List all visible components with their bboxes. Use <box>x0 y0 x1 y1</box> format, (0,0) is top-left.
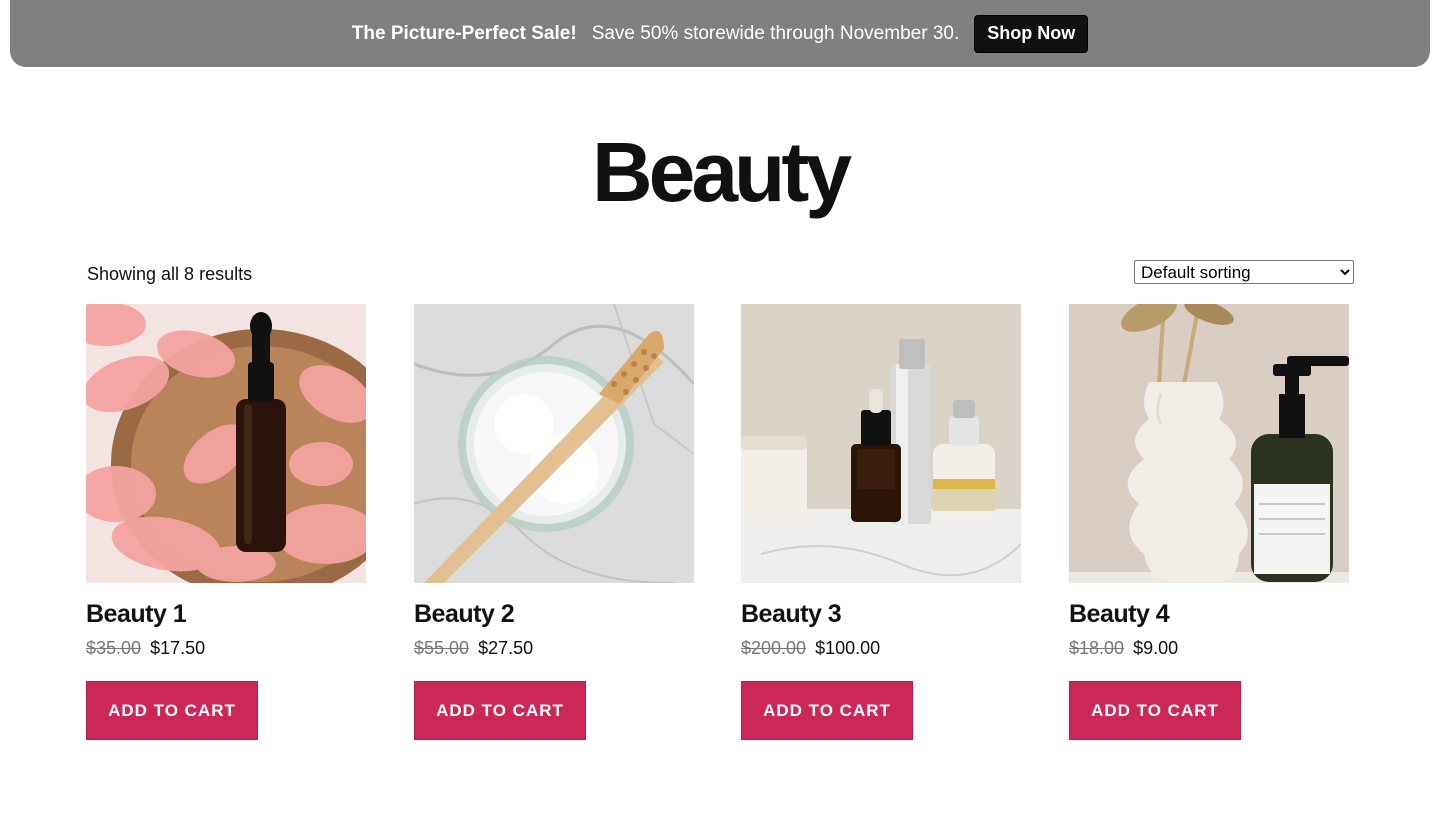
regular-price: $55.00 <box>414 638 470 658</box>
skincare-bottles-image <box>741 304 1021 583</box>
sort-select[interactable]: Default sorting <box>1134 260 1354 284</box>
product-price: $35.00 $17.50 <box>86 638 366 659</box>
product-title[interactable]: Beauty 3 <box>741 600 1021 629</box>
product-title[interactable]: Beauty 2 <box>414 600 694 629</box>
result-count: Showing all 8 results <box>87 264 253 284</box>
product-image[interactable] <box>1069 304 1349 583</box>
product-title[interactable]: Beauty 1 <box>86 600 366 629</box>
product-price: $200.00 $100.00 <box>741 638 1021 659</box>
sale-price: $27.50 <box>478 638 534 658</box>
promo-message: Save 50% storewide through November 30. <box>591 22 960 44</box>
add-to-cart-button[interactable]: ADD TO CART <box>1069 681 1241 740</box>
toothbrush-jar-image <box>414 304 694 583</box>
vase-lotion-image <box>1069 304 1349 583</box>
product-image[interactable] <box>86 304 366 583</box>
add-to-cart-button[interactable]: ADD TO CART <box>741 681 913 740</box>
product-title[interactable]: Beauty 4 <box>1069 600 1349 629</box>
regular-price: $18.00 <box>1069 638 1125 658</box>
product-card: Beauty 3 $200.00 $100.00 ADD TO CART <box>741 304 1021 740</box>
product-image[interactable] <box>741 304 1021 583</box>
sale-price: $17.50 <box>150 638 206 658</box>
serum-bottle-image <box>86 304 366 583</box>
add-to-cart-button[interactable]: ADD TO CART <box>414 681 586 740</box>
add-to-cart-button[interactable]: ADD TO CART <box>86 681 258 740</box>
product-card: Beauty 1 $35.00 $17.50 ADD TO CART <box>86 304 366 740</box>
product-card: Beauty 4 $18.00 $9.00 ADD TO CART <box>1069 304 1349 740</box>
product-card: Beauty 2 $55.00 $27.50 ADD TO CART <box>414 304 694 740</box>
shop-now-button[interactable]: Shop Now <box>974 14 1089 53</box>
product-image[interactable] <box>414 304 694 583</box>
regular-price: $35.00 <box>86 638 142 658</box>
sale-price: $100.00 <box>815 638 881 658</box>
promo-headline: The Picture-Perfect Sale! <box>351 22 577 44</box>
product-price: $55.00 $27.50 <box>414 638 694 659</box>
product-price: $18.00 $9.00 <box>1069 638 1349 659</box>
sale-price: $9.00 <box>1133 638 1179 658</box>
page-title: Beauty <box>591 125 852 219</box>
promo-banner: The Picture-Perfect Sale! Save 50% store… <box>10 0 1430 67</box>
regular-price: $200.00 <box>741 638 807 658</box>
